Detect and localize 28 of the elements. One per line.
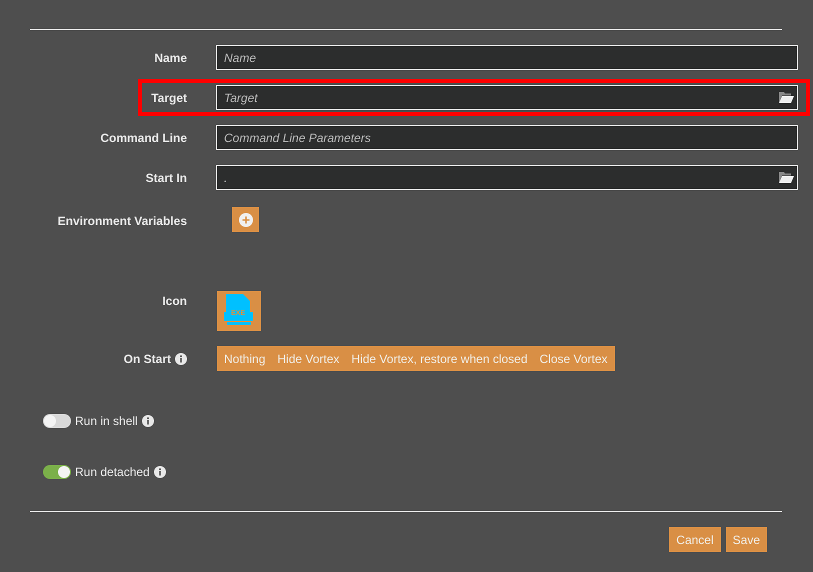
field-label: Target [151, 90, 187, 106]
field-label: Environment Variables [58, 214, 187, 228]
plus-icon [238, 212, 252, 226]
toggle-switch[interactable] [43, 414, 71, 428]
folder-icon[interactable] [779, 91, 794, 104]
field-label: Start In [146, 170, 187, 186]
info-icon[interactable] [142, 415, 154, 427]
field-label: On Start [124, 350, 171, 368]
option-button[interactable]: Nothing [218, 346, 272, 371]
field-label: Command Line [100, 130, 187, 146]
toggle-label: Run detached [75, 464, 150, 481]
text-field[interactable]: Target [216, 85, 798, 110]
option-button[interactable]: Hide Vortex [271, 346, 346, 371]
text-field[interactable]: Name [216, 45, 798, 70]
text-field[interactable]: . [216, 165, 798, 190]
text-field[interactable]: Command Line Parameters [216, 125, 798, 150]
folder-icon[interactable] [779, 171, 794, 184]
cancel-button[interactable]: Cancel [669, 527, 721, 552]
field-label: Icon [162, 294, 187, 308]
info-icon[interactable] [154, 466, 166, 478]
save-button[interactable]: Save [726, 527, 767, 552]
toggle-switch[interactable] [43, 465, 71, 479]
info-icon[interactable] [175, 352, 187, 364]
toggle-label: Run in shell [75, 413, 138, 430]
option-button[interactable]: Hide Vortex, restore when closed [345, 346, 534, 371]
file-icon [223, 294, 255, 325]
field-label: Name [154, 50, 187, 66]
option-button[interactable]: Close Vortex [534, 346, 614, 371]
